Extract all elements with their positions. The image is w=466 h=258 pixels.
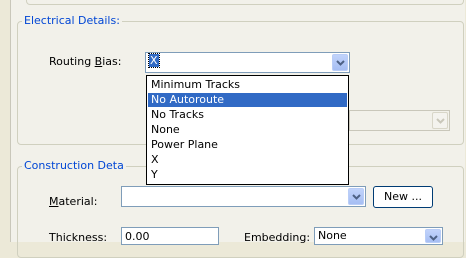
option-y[interactable]: Y <box>148 168 347 182</box>
option-no-tracks[interactable]: No Tracks <box>148 108 347 122</box>
chevron-down-icon <box>352 194 361 200</box>
thickness-value: 0.00 <box>125 230 150 243</box>
material-label: Material: <box>49 195 98 208</box>
disabled-dropdown-button <box>432 112 448 129</box>
option-x[interactable]: X <box>148 153 347 167</box>
embedding-combobox[interactable]: None <box>314 227 443 245</box>
routing-bias-dropdown-button[interactable] <box>332 54 348 71</box>
option-power-plane[interactable]: Power Plane <box>148 138 347 152</box>
thickness-label: Thickness: <box>49 231 108 244</box>
option-no-autoroute[interactable]: No Autoroute <box>148 93 347 107</box>
embedding-label: Embedding: <box>244 231 311 244</box>
chevron-down-icon <box>336 60 345 66</box>
material-dropdown-button[interactable] <box>348 188 364 205</box>
option-none[interactable]: None <box>148 123 347 137</box>
previous-groupbox-edge <box>26 0 464 5</box>
embedding-value: None <box>318 229 347 242</box>
chevron-down-icon <box>436 118 445 124</box>
chevron-down-icon <box>429 235 438 241</box>
electrical-details-legend: Electrical Details: <box>22 14 122 27</box>
material-combobox[interactable] <box>121 186 366 207</box>
disabled-combobox <box>349 110 450 131</box>
option-minimum-tracks[interactable]: Minimum Tracks <box>148 78 347 92</box>
new-material-button[interactable]: New ... <box>373 186 433 208</box>
routing-bias-dropdown-list: Minimum Tracks No Autoroute No Tracks No… <box>146 75 349 185</box>
construction-details-legend: Construction Deta <box>22 159 126 172</box>
window-left-frame <box>0 0 10 242</box>
routing-bias-label: Routing Bias: <box>49 55 122 68</box>
routing-bias-selected-value: X <box>148 53 160 68</box>
embedding-dropdown-button[interactable] <box>425 229 441 243</box>
thickness-input[interactable]: 0.00 <box>121 227 219 245</box>
routing-bias-combobox[interactable]: X <box>145 52 350 73</box>
